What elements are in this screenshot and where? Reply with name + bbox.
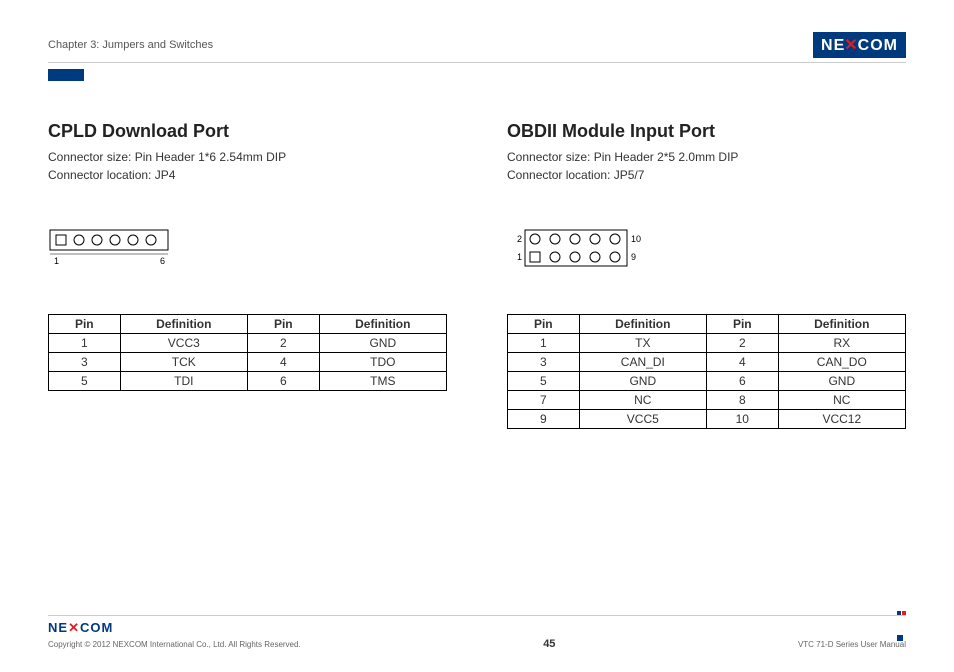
svg-text:1: 1 <box>54 256 59 266</box>
connector-diagram-left: 1 6 <box>48 224 447 274</box>
th-pin: Pin <box>508 315 580 334</box>
right-column: OBDII Module Input Port Connector size: … <box>507 121 906 429</box>
chapter-title: Chapter 3: Jumpers and Switches <box>48 39 213 51</box>
connector-location-right: Connector location: JP5/7 <box>507 166 906 184</box>
copyright-text: Copyright © 2012 NEXCOM International Co… <box>48 640 301 649</box>
svg-text:10: 10 <box>631 234 641 244</box>
table-row: 3TCK 4TDO <box>49 353 447 372</box>
footer-logo: NE✕COM <box>48 620 113 636</box>
pin-table-left: Pin Definition Pin Definition 1VCC3 2GND… <box>48 314 447 391</box>
th-def: Definition <box>579 315 706 334</box>
port-title-right: OBDII Module Input Port <box>507 121 906 142</box>
th-pin: Pin <box>49 315 121 334</box>
th-pin: Pin <box>247 315 319 334</box>
table-row: 5TDI 6TMS <box>49 372 447 391</box>
manual-name: VTC 71-D Series User Manual <box>798 640 906 649</box>
table-row: 5GND 6GND <box>508 372 906 391</box>
svg-text:1: 1 <box>517 252 522 262</box>
footer-decoration <box>896 610 906 646</box>
pin-table-right: Pin Definition Pin Definition 1TX 2RX 3C… <box>507 314 906 429</box>
th-pin: Pin <box>706 315 778 334</box>
connector-size-left: Connector size: Pin Header 1*6 2.54mm DI… <box>48 148 447 166</box>
th-def: Definition <box>120 315 247 334</box>
connector-size-right: Connector size: Pin Header 2*5 2.0mm DIP <box>507 148 906 166</box>
page-number: 45 <box>543 638 555 650</box>
nexcom-logo: NE✕COM <box>813 32 906 58</box>
port-title-left: CPLD Download Port <box>48 121 447 142</box>
connector-location-left: Connector location: JP4 <box>48 166 447 184</box>
table-row: 1VCC3 2GND <box>49 334 447 353</box>
table-row: 1TX 2RX <box>508 334 906 353</box>
svg-text:9: 9 <box>631 252 636 262</box>
page-footer: NE✕COM Copyright © 2012 NEXCOM Internati… <box>48 615 906 650</box>
table-row: 9VCC5 10VCC12 <box>508 410 906 429</box>
table-row: 3CAN_DI 4CAN_DO <box>508 353 906 372</box>
th-def: Definition <box>319 315 446 334</box>
svg-text:6: 6 <box>160 256 165 266</box>
table-row: 7NC 8NC <box>508 391 906 410</box>
left-column: CPLD Download Port Connector size: Pin H… <box>48 121 447 429</box>
connector-diagram-right: 2 1 10 9 <box>507 224 906 274</box>
blue-accent-bar <box>48 69 84 81</box>
th-def: Definition <box>778 315 905 334</box>
svg-text:2: 2 <box>517 234 522 244</box>
